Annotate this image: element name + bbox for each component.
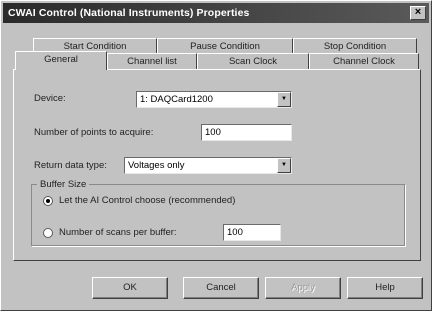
window-title: CWAI Control (National Instruments) Prop… <box>8 7 250 19</box>
tab-general[interactable]: General <box>15 51 107 70</box>
return-type-select[interactable]: Voltages only ▼ <box>124 157 292 174</box>
return-type-label: Return data type: <box>34 160 107 171</box>
tab-label: General <box>44 54 78 65</box>
tab-channel-list[interactable]: Channel list <box>107 53 197 70</box>
scans-per-buffer-input[interactable]: 100 <box>223 224 281 241</box>
device-select[interactable]: 1: DAQCard1200 ▼ <box>136 91 292 108</box>
properties-dialog: CWAI Control (National Instruments) Prop… <box>0 0 432 311</box>
ok-button[interactable]: OK <box>92 277 168 299</box>
tab-label: Channel list <box>127 56 177 67</box>
return-type-value: Voltages only <box>128 160 185 171</box>
num-points-value: 100 <box>205 127 221 138</box>
tab-label: Scan Clock <box>228 56 278 67</box>
tab-channel-clock[interactable]: Channel Clock <box>309 53 419 70</box>
tab-label: Channel Clock <box>333 56 395 67</box>
apply-button[interactable]: Apply <box>265 277 341 299</box>
chevron-down-icon[interactable]: ▼ <box>277 92 291 107</box>
radio-manual-buffer-label[interactable]: Number of scans per buffer: <box>59 227 177 238</box>
scans-per-buffer-value: 100 <box>227 227 243 238</box>
tab-scan-clock[interactable]: Scan Clock <box>197 53 309 70</box>
radio-auto-buffer-label[interactable]: Let the AI Control choose (recommended) <box>59 195 235 206</box>
device-value: 1: DAQCard1200 <box>140 94 213 105</box>
chevron-down-icon[interactable]: ▼ <box>277 158 291 173</box>
title-bar: CWAI Control (National Instruments) Prop… <box>3 3 429 23</box>
close-icon[interactable]: × <box>410 6 426 20</box>
num-points-label: Number of points to acquire: <box>34 127 154 138</box>
device-label: Device: <box>34 93 66 104</box>
tab-label: Pause Condition <box>190 41 260 52</box>
cancel-button[interactable]: Cancel <box>183 277 259 299</box>
radio-auto-buffer[interactable] <box>43 196 53 206</box>
tab-label: Stop Condition <box>323 41 387 52</box>
radio-manual-buffer[interactable] <box>43 228 53 238</box>
help-button[interactable]: Help <box>347 277 423 299</box>
buffer-size-title: Buffer Size <box>37 179 90 190</box>
num-points-input[interactable]: 100 <box>201 124 292 141</box>
